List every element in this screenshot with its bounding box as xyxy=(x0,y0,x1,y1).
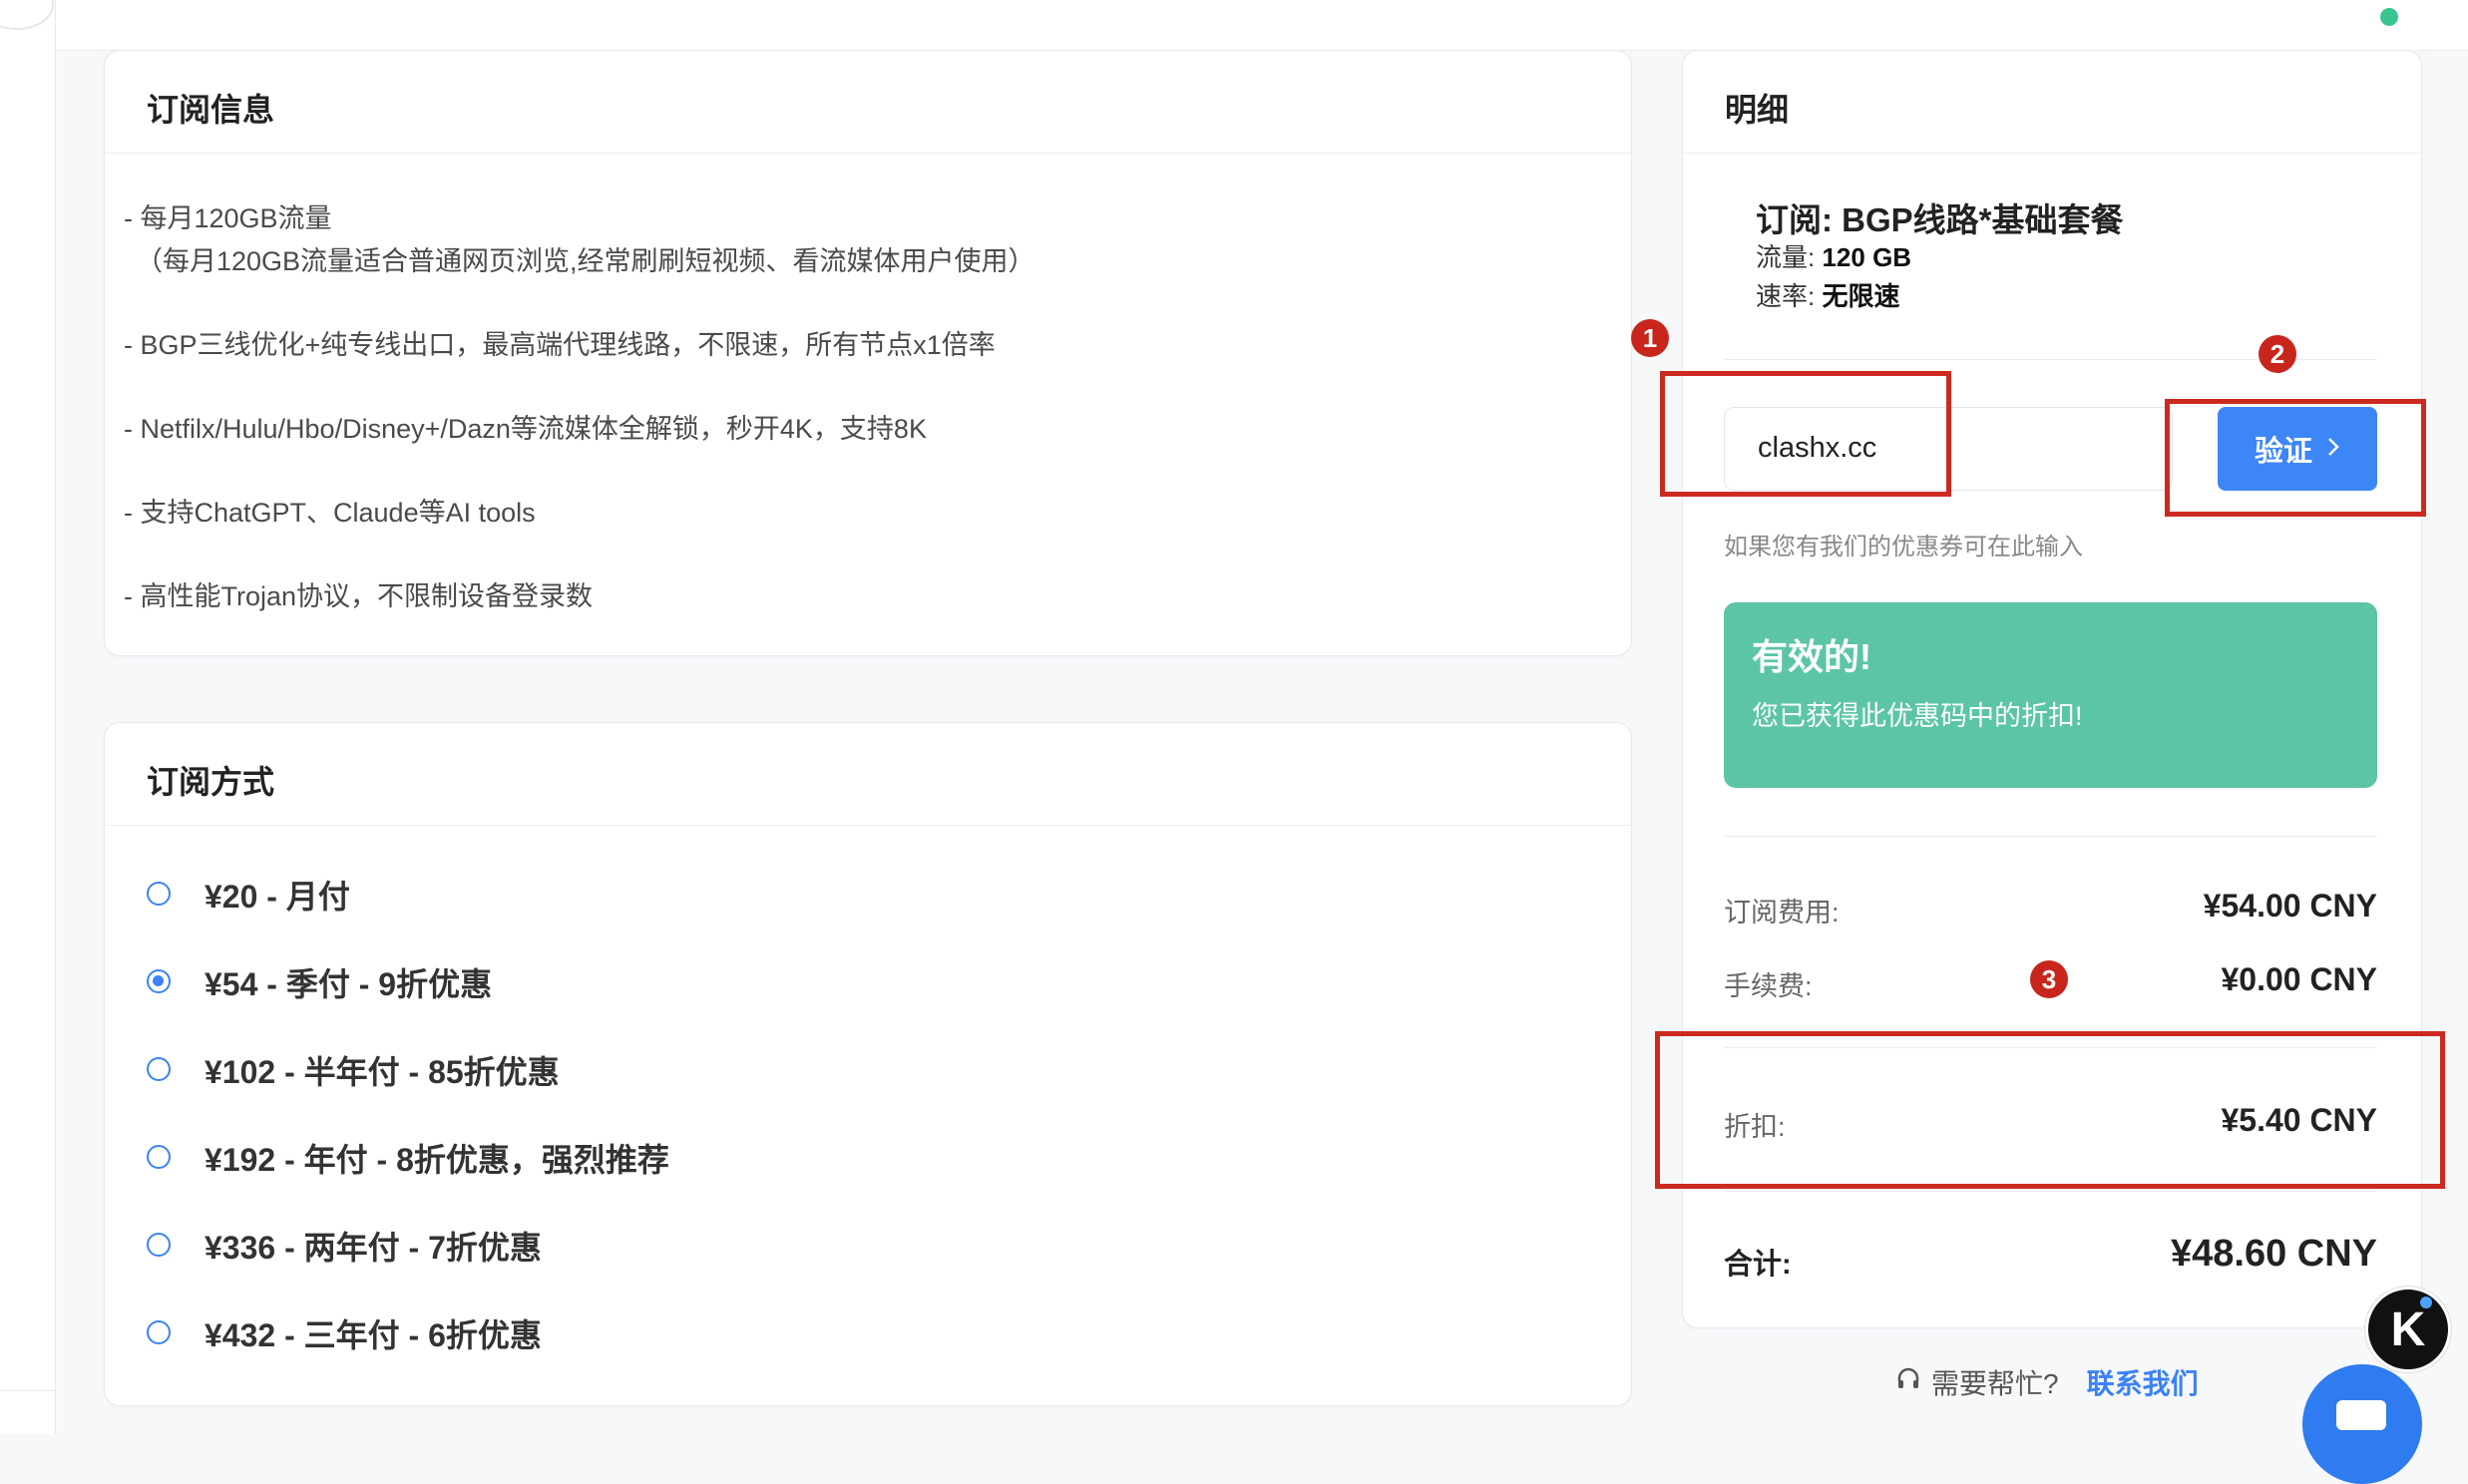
coupon-success-alert: 有效的! 您已获得此优惠码中的折扣! xyxy=(1724,602,2377,788)
online-status-dot xyxy=(2380,8,2398,26)
card-header: 订阅信息 xyxy=(105,51,1631,154)
divider xyxy=(1724,1191,2377,1192)
sidebar-divider xyxy=(0,1390,55,1391)
handling-fee-label: 手续费: xyxy=(1724,971,1813,1001)
chat-icon xyxy=(2336,1400,2386,1430)
subscription-fee-value: ¥54.00 CNY xyxy=(2203,888,2377,924)
option-quarterly[interactable]: ¥54 - 季付 - 9折优惠 xyxy=(205,959,492,1005)
handling-fee-value: ¥0.00 CNY xyxy=(2221,961,2377,997)
left-sidebar xyxy=(0,0,56,1434)
info-line: - 支持ChatGPT、Claude等AI tools xyxy=(124,498,536,528)
info-line: - 每月120GB流量 xyxy=(124,203,332,233)
headset-icon xyxy=(1895,1366,1921,1399)
radio-monthly[interactable] xyxy=(147,882,171,906)
option-three-year[interactable]: ¥432 - 三年付 - 6折优惠 xyxy=(205,1310,542,1356)
annotation-box-verify xyxy=(2165,399,2426,517)
info-line: - 高性能Trojan协议，不限制设备登录数 xyxy=(124,581,594,611)
top-bar xyxy=(56,0,2468,51)
info-line: - Netfilx/Hulu/Hbo/Disney+/Dazn等流媒体全解锁，秒… xyxy=(124,414,927,444)
help-bar: 需要帮忙? 联系我们 xyxy=(1895,1362,2199,1402)
speed-value: 无限速 xyxy=(1822,281,1900,311)
traffic-value: 120 GB xyxy=(1822,242,1912,272)
annotation-box-coupon xyxy=(1660,371,1951,497)
radio-yearly[interactable] xyxy=(147,1145,171,1169)
alert-title: 有效的! xyxy=(1752,636,1871,677)
annotation-badge-1: 1 xyxy=(1631,319,1669,357)
total-label: 合计: xyxy=(1724,1249,1792,1281)
annotation-badge-2: 2 xyxy=(2259,335,2296,373)
divider xyxy=(1724,836,2377,837)
card-header: 订阅方式 xyxy=(105,723,1631,826)
card-title: 订阅方式 xyxy=(147,764,275,800)
total-value: ¥48.60 CNY xyxy=(2170,1233,2377,1275)
traffic-key: 流量: xyxy=(1756,242,1816,272)
k-logo-icon[interactable]: K xyxy=(2365,1287,2451,1372)
speed-info: 速率: 无限速 xyxy=(1756,276,1899,313)
info-line: （每月120GB流量适合普通网页浏览,经常刷刷短视频、看流媒体用户使用） xyxy=(136,246,1035,276)
info-line: - BGP三线优化+纯专线出口，最高端代理线路，不限速，所有节点x1倍率 xyxy=(124,330,996,360)
coupon-hint: 如果您有我们的优惠券可在此输入 xyxy=(1724,534,2083,560)
annotation-badge-3: 3 xyxy=(2030,960,2068,998)
option-yearly[interactable]: ¥192 - 年付 - 8折优惠，强烈推荐 xyxy=(205,1135,669,1181)
radio-quarterly[interactable] xyxy=(147,969,171,993)
card-title: 订阅信息 xyxy=(147,92,275,128)
annotation-box-discount xyxy=(1655,1031,2445,1189)
traffic-info: 流量: 120 GB xyxy=(1756,237,1911,274)
radio-two-year[interactable] xyxy=(147,1233,171,1257)
radio-three-year[interactable] xyxy=(147,1320,171,1344)
radio-half-year[interactable] xyxy=(147,1057,171,1081)
card-title: 明细 xyxy=(1725,92,1790,128)
option-two-year[interactable]: ¥336 - 两年付 - 7折优惠 xyxy=(205,1223,542,1269)
k-logo-dot xyxy=(2420,1297,2432,1308)
plan-name: 订阅: BGP线路*基础套餐 xyxy=(1756,201,2124,238)
contact-us-link[interactable]: 联系我们 xyxy=(2087,1362,2199,1402)
speed-key: 速率: xyxy=(1756,281,1816,311)
help-text: 需要帮忙? xyxy=(1931,1368,2059,1399)
option-half-year[interactable]: ¥102 - 半年付 - 85折优惠 xyxy=(205,1047,560,1093)
subscription-fee-label: 订阅费用: xyxy=(1724,898,1840,928)
option-monthly[interactable]: ¥20 - 月付 xyxy=(205,872,350,918)
card-header: 明细 xyxy=(1683,51,2421,154)
alert-text: 您已获得此优惠码中的折扣! xyxy=(1752,701,2083,731)
